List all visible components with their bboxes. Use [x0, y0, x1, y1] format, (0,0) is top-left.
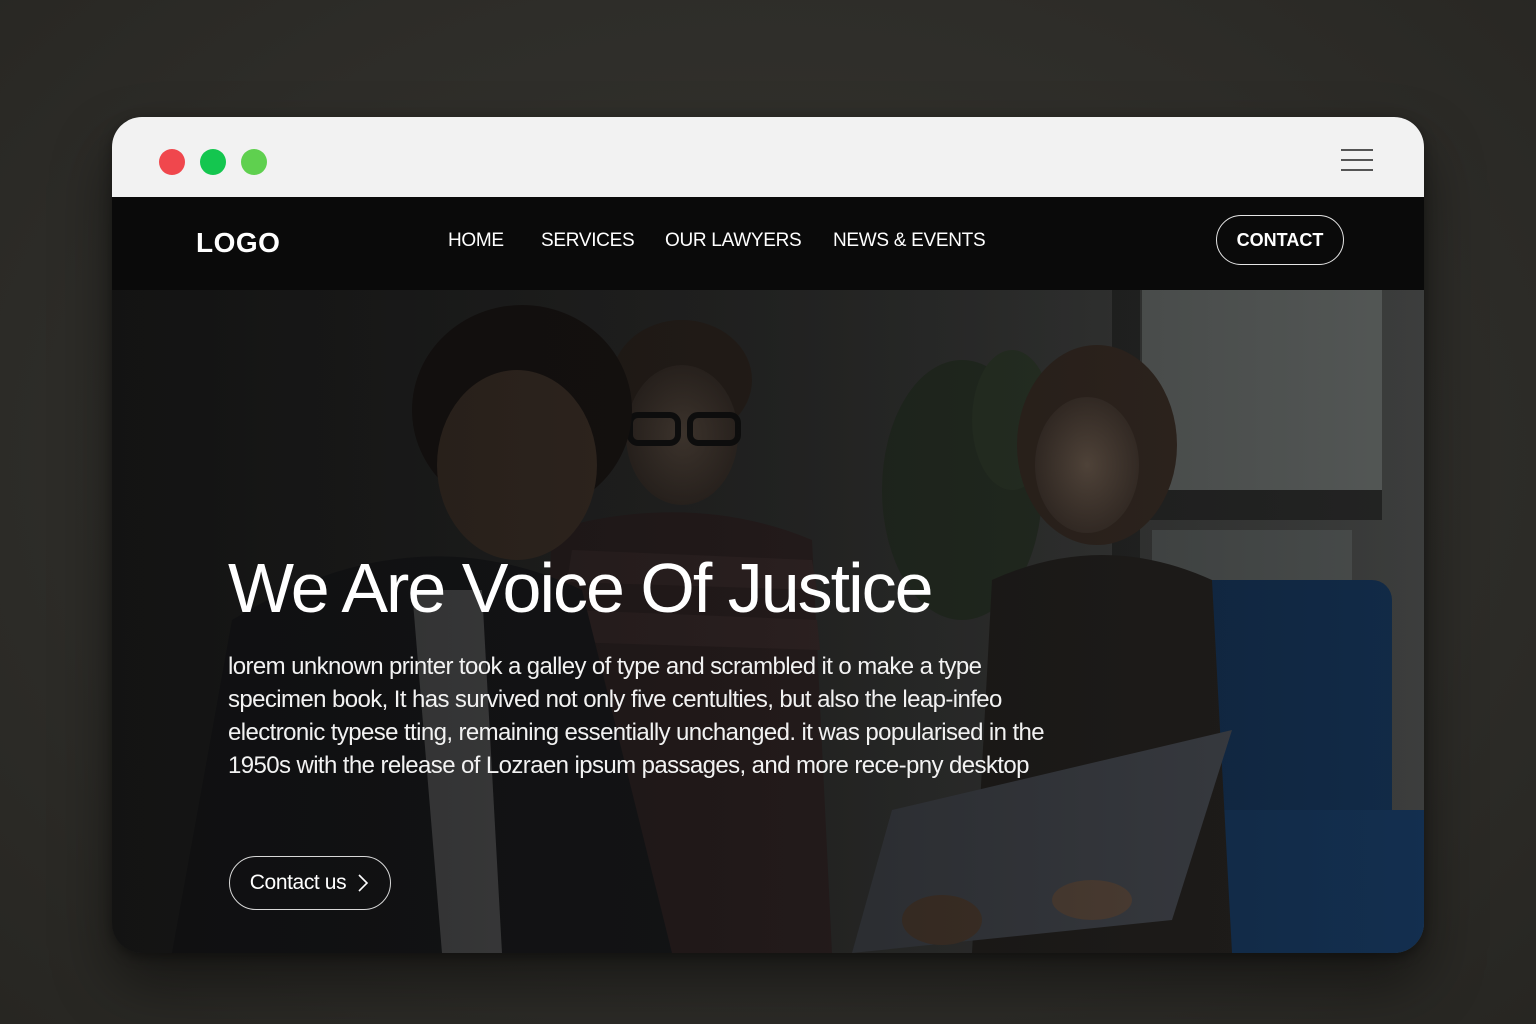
contact-us-button[interactable]: Contact us: [229, 856, 391, 910]
nav-link-home[interactable]: HOME: [448, 230, 504, 252]
hero-section: We Are Voice Of Justice lorem unknown pr…: [112, 290, 1424, 953]
window-titlebar: [112, 117, 1424, 197]
site-logo[interactable]: LOGO: [196, 227, 280, 259]
contact-us-label: Contact us: [249, 871, 347, 894]
site-navbar: LOGO HOME SERVICES OUR LAWYERS NEWS & EV…: [112, 197, 1424, 290]
contact-button[interactable]: CONTACT: [1216, 215, 1344, 265]
nav-link-services[interactable]: SERVICES: [541, 230, 635, 252]
minimize-window-button[interactable]: [200, 149, 226, 175]
hamburger-menu-icon[interactable]: [1341, 147, 1375, 173]
maximize-window-button[interactable]: [241, 149, 267, 175]
chevron-right-icon: [358, 874, 369, 892]
close-window-button[interactable]: [159, 149, 185, 175]
hero-description: lorem unknown printer took a galley of t…: [228, 653, 1045, 779]
nav-link-news-events[interactable]: NEWS & EVENTS: [833, 230, 986, 252]
nav-link-our-lawyers[interactable]: OUR LAWYERS: [665, 230, 802, 252]
hero-title: We Are Voice Of Justice: [228, 549, 934, 627]
browser-window: LOGO HOME SERVICES OUR LAWYERS NEWS & EV…: [112, 117, 1424, 953]
